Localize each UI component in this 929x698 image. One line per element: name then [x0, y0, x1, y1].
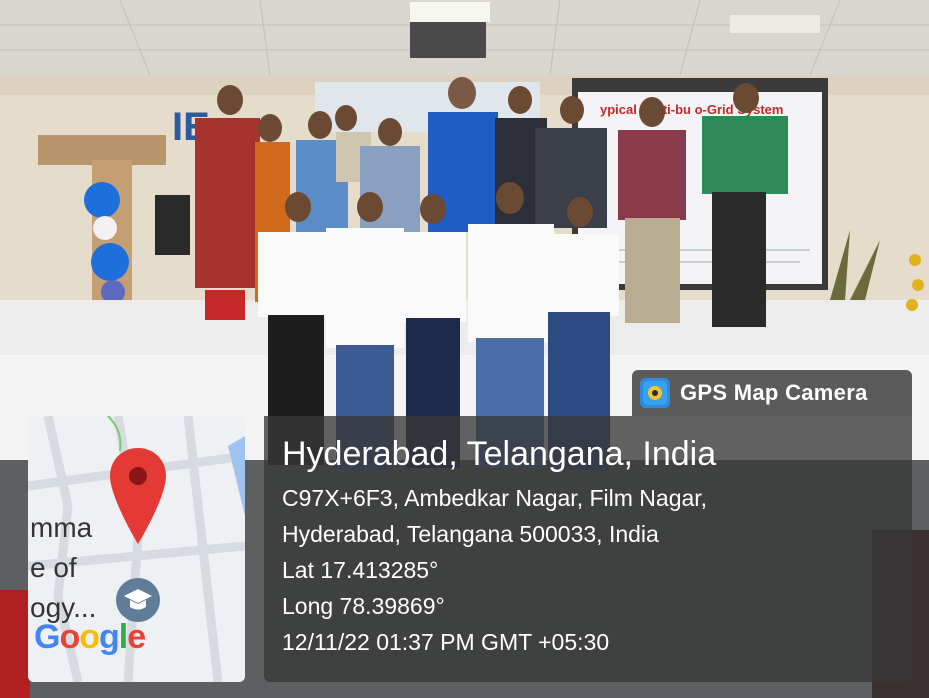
- place-title: Hyderabad, Telangana, India: [282, 435, 717, 473]
- location-pin-icon: [110, 448, 166, 544]
- google-logo: Google: [34, 618, 146, 656]
- address-line-1: C97X+6F3, Ambedkar Nagar, Film Nagar,: [282, 485, 708, 511]
- address-line-2: Hyderabad, Telangana 500033, India: [282, 521, 659, 547]
- camera-map-icon: [640, 378, 670, 408]
- longitude: Long 78.39869°: [282, 593, 445, 619]
- location-info-panel: Hyderabad, Telangana, India C97X+6F3, Am…: [264, 416, 912, 682]
- map-place-label-2: e of: [30, 552, 77, 583]
- map-thumbnail[interactable]: mma e of ogy... Google: [28, 416, 245, 682]
- latitude: Lat 17.413285°: [282, 557, 439, 583]
- school-icon: [116, 578, 160, 622]
- app-badge: GPS Map Camera: [632, 370, 912, 416]
- app-name: GPS Map Camera: [680, 380, 868, 405]
- timestamp: 12/11/22 01:37 PM GMT +05:30: [282, 629, 610, 655]
- map-place-label-1: mma: [30, 512, 93, 543]
